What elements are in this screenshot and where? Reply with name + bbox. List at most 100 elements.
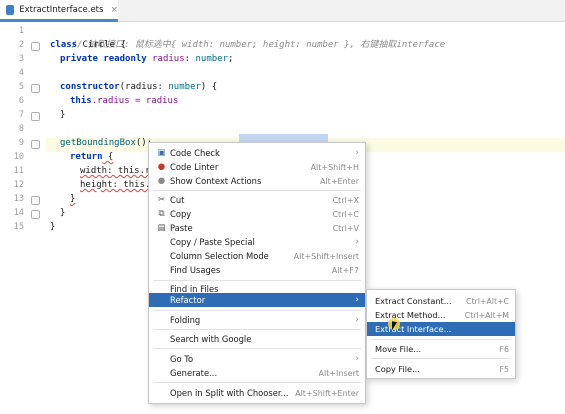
code-line-7: } <box>60 108 65 122</box>
menu-shortcut: Alt+F7 <box>331 265 359 275</box>
menu-shortcut: Ctrl+V <box>332 223 359 233</box>
menu-shortcut: F6 <box>499 344 509 354</box>
submenu-item-copy-file[interactable]: Copy File... F5 <box>367 362 515 376</box>
fold-marker-icon[interactable] <box>31 210 40 219</box>
menu-item-find-usages[interactable]: Find Usages Alt+F7 <box>149 263 365 277</box>
menu-shortcut: Alt+Shift+Enter <box>295 388 359 398</box>
close-icon[interactable]: × <box>110 5 118 15</box>
menu-separator <box>153 329 361 330</box>
code-check-icon: ▣ <box>157 148 166 158</box>
line-number: 3 <box>18 54 24 64</box>
menu-item-cut[interactable]: ✂ Cut Ctrl+X <box>149 193 365 207</box>
copy-icon: ⧉ <box>158 209 165 219</box>
menu-item-code-linter[interactable]: ● Code Linter Alt+Shift+H <box>149 160 365 174</box>
line-number: 9 <box>18 138 24 148</box>
line-number: 2 <box>18 40 24 50</box>
menu-separator <box>153 348 361 349</box>
code-line-5: constructor(radius: number) { <box>60 80 217 94</box>
line-number: 7 <box>18 110 24 120</box>
class-name: Circle { <box>77 40 126 50</box>
line-number-gutter: 1 2 3 4 5 6 7 8 9 10 11 12 13 14 15 <box>0 22 46 414</box>
submenu-item-move-file[interactable]: Move File... F6 <box>367 342 515 356</box>
chevron-right-icon: › <box>355 237 359 247</box>
menu-item-show-context-actions[interactable]: ● Show Context Actions Alt+Enter <box>149 174 365 188</box>
menu-shortcut: Alt+Shift+Insert <box>293 251 359 261</box>
menu-item-code-check[interactable]: ▣ Code Check › <box>149 146 365 160</box>
menu-item-paste[interactable]: ▤ Paste Ctrl+V <box>149 221 365 235</box>
menu-item-label: Find Usages <box>170 265 221 275</box>
code-line-14: } <box>60 206 65 220</box>
code-punct: ; <box>228 54 234 64</box>
code-brace: } <box>70 194 76 204</box>
menu-item-open-in-split-with-chooser[interactable]: Open in Split with Chooser... Alt+Shift+… <box>149 386 365 400</box>
code-brace: } <box>60 110 66 120</box>
fold-marker-icon[interactable] <box>31 140 40 149</box>
line-number: 15 <box>13 222 24 232</box>
menu-item-copy-paste-special[interactable]: Copy / Paste Special › <box>149 235 365 249</box>
line-number: 13 <box>13 194 24 204</box>
code-line-12: height: this. <box>80 178 150 192</box>
submenu-item-label: Extract Constant... <box>375 296 452 306</box>
code-line-6: this.radius = radius <box>70 94 178 108</box>
menu-item-label: Refactor <box>170 295 206 305</box>
menu-separator <box>153 310 361 311</box>
menu-item-label: Paste <box>170 223 193 233</box>
menu-item-label: Copy <box>170 209 192 219</box>
file-type-icon <box>6 4 15 15</box>
menu-item-label: Column Selection Mode <box>170 251 269 261</box>
menu-item-search-with-google[interactable]: Search with Google <box>149 332 365 346</box>
menu-item-label: Go To <box>170 354 194 364</box>
menu-item-folding[interactable]: Folding › <box>149 313 365 327</box>
type-name: number <box>168 82 201 92</box>
menu-item-copy[interactable]: ⧉ Copy Ctrl+C <box>149 207 365 221</box>
object-literal-width: width: this.r <box>80 166 151 176</box>
fold-marker-icon[interactable] <box>31 42 40 51</box>
fold-marker-icon[interactable] <box>31 112 40 121</box>
field-name: radius <box>146 54 185 64</box>
menu-shortcut: F5 <box>499 364 509 374</box>
tab-extractinterface[interactable]: ExtractInterface.ets × <box>0 0 118 22</box>
menu-shortcut: Ctrl+Alt+C <box>466 296 509 306</box>
menu-separator <box>371 358 511 359</box>
submenu-item-extract-constant[interactable]: Extract Constant... Ctrl+Alt+C <box>367 294 515 308</box>
menu-item-label: Copy / Paste Special <box>170 237 255 247</box>
menu-shortcut: Ctrl+Alt+M <box>464 310 509 320</box>
menu-item-refactor[interactable]: Refactor › <box>149 293 365 307</box>
fold-marker-icon[interactable] <box>31 84 40 93</box>
bulb-icon: ● <box>157 176 166 186</box>
menu-item-column-selection-mode[interactable]: Column Selection Mode Alt+Shift+Insert <box>149 249 365 263</box>
menu-item-go-to[interactable]: Go To › <box>149 352 365 366</box>
line-number: 14 <box>13 208 24 218</box>
editor-tab-bar: ExtractInterface.ets × <box>0 0 565 22</box>
menu-item-label: Generate... <box>170 368 218 378</box>
menu-shortcut: Ctrl+X <box>332 195 359 205</box>
code-params: (radius: <box>119 82 169 92</box>
menu-separator <box>371 339 511 340</box>
code-linter-icon: ● <box>157 162 166 172</box>
line-number: 12 <box>13 180 24 190</box>
keyword-this: this <box>70 96 92 106</box>
fold-marker-icon[interactable] <box>31 196 40 205</box>
line-number: 8 <box>18 124 24 134</box>
menu-item-label: Code Linter <box>170 162 219 172</box>
scissors-icon: ✂ <box>157 195 166 205</box>
menu-item-label: Cut <box>170 195 185 205</box>
submenu-item-label: Extract Interface... <box>375 324 452 334</box>
code-brace: } <box>60 208 66 218</box>
keyword-class: class <box>50 40 78 50</box>
menu-item-label: Search with Google <box>170 334 252 344</box>
menu-item-label: Folding <box>170 315 201 325</box>
object-literal-height: height: this. <box>80 180 151 190</box>
code-assign: .radius = radius <box>91 96 179 106</box>
menu-item-label: Code Check <box>170 148 220 158</box>
line-number: 1 <box>18 26 24 36</box>
menu-item-generate[interactable]: Generate... Alt+Insert <box>149 366 365 380</box>
line-number: 6 <box>18 96 24 106</box>
submenu-item-label: Move File... <box>375 344 422 354</box>
code-line-15: } <box>50 220 55 234</box>
submenu-item-label: Copy File... <box>375 364 420 374</box>
menu-item-label: Show Context Actions <box>170 176 262 186</box>
code-brace: } <box>50 222 56 232</box>
code-line-13: } <box>70 192 75 206</box>
menu-separator <box>153 280 361 281</box>
